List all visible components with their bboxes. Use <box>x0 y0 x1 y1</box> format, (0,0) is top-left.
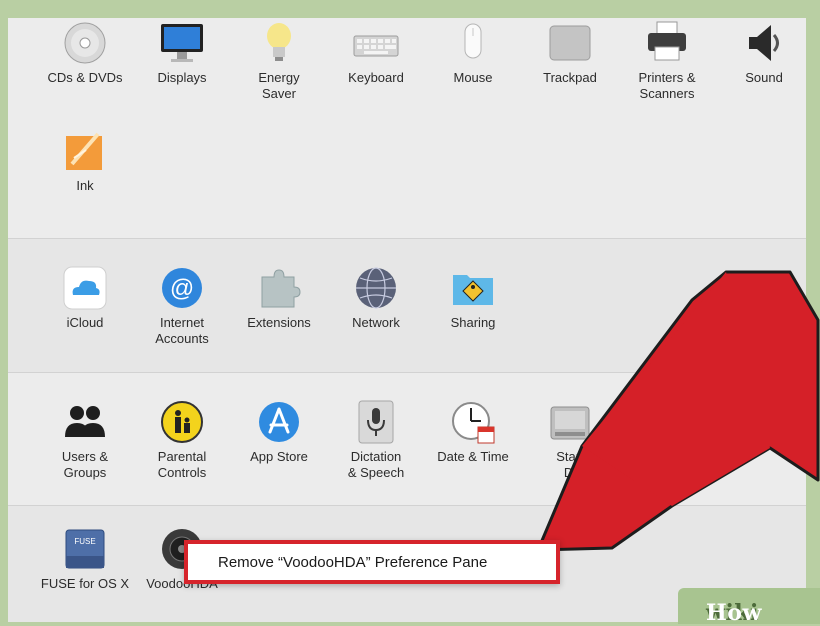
wikihow-watermark: wiki How <box>678 588 820 626</box>
svg-text:FUSE: FUSE <box>74 537 95 546</box>
svg-text:@: @ <box>170 275 194 302</box>
pane-label: App Store <box>250 449 308 464</box>
pane-label: CDs & DVDs <box>47 70 123 85</box>
clock-calendar-icon <box>450 399 496 445</box>
pane-accessibility[interactable] <box>717 399 806 449</box>
pane-label: Dictation & Speech <box>347 449 405 480</box>
keyboard-icon <box>353 20 399 66</box>
pane-parental-controls[interactable]: Parental Controls <box>135 399 229 481</box>
pane-cds-dvds[interactable]: CDs & DVDs <box>38 20 132 86</box>
internet-section: iCloud @ Internet Accounts Extensions Ne… <box>8 238 806 373</box>
pane-label: Parental Controls <box>157 449 207 480</box>
pane-mouse[interactable]: Mouse <box>426 20 520 86</box>
pane-network[interactable]: Network <box>329 265 423 331</box>
pane-displays[interactable]: Displays <box>135 20 229 86</box>
startup-disk-icon <box>547 399 593 445</box>
pane-icloud[interactable]: iCloud <box>38 265 132 331</box>
at-sign-icon: @ <box>159 265 205 311</box>
pane-label: Trackpad <box>543 70 597 85</box>
parental-controls-icon <box>159 399 205 445</box>
pane-label: Date & Time <box>437 449 509 464</box>
pane-app-store[interactable]: App Store <box>232 399 326 465</box>
pane-label: Mouse <box>453 70 493 85</box>
ink-icon <box>62 128 108 174</box>
system-preferences-window: CDs & DVDs Displays Energy Saver Keyboar… <box>8 18 806 622</box>
printer-icon <box>644 20 690 66</box>
hardware-section: CDs & DVDs Displays Energy Saver Keyboar… <box>8 18 806 238</box>
pane-label: Users & Groups <box>61 449 109 480</box>
app-store-icon <box>256 399 302 445</box>
remove-preference-pane-menu-item[interactable]: Remove “VoodooHDA” Preference Pane <box>218 554 487 571</box>
pane-label: Ink <box>76 178 94 193</box>
pane-dictation-speech[interactable]: Dictation & Speech <box>329 399 423 481</box>
accessibility-icon <box>741 399 787 445</box>
pane-ink[interactable]: Ink <box>38 128 132 194</box>
pane-label: Printers & Scanners <box>638 70 696 101</box>
users-icon <box>62 399 108 445</box>
fuse-drive-icon: FUSE <box>62 526 108 572</box>
pane-label: Internet Accounts <box>155 315 209 346</box>
context-menu: Remove “VoodooHDA” Preference Pane <box>184 540 560 584</box>
pane-sound[interactable]: Sound <box>717 20 806 86</box>
pane-label: Sharing <box>450 315 496 330</box>
lightbulb-icon <box>256 20 302 66</box>
pane-users-groups[interactable]: Users & Groups <box>38 399 132 481</box>
globe-network-icon <box>353 265 399 311</box>
speaker-icon <box>741 20 787 66</box>
pane-label: FUSE for OS X <box>40 576 130 591</box>
pane-extensions[interactable]: Extensions <box>232 265 326 331</box>
pane-internet-accounts[interactable]: @ Internet Accounts <box>135 265 229 347</box>
pane-label: iCloud <box>66 315 104 330</box>
pane-label: Keyboard <box>348 70 404 85</box>
pane-label: Network <box>352 315 400 330</box>
pane-sharing[interactable]: Sharing <box>426 265 520 331</box>
icloud-icon <box>62 265 108 311</box>
display-icon <box>159 20 205 66</box>
pane-label: Displays <box>157 70 207 85</box>
pane-label: Sound <box>745 70 783 85</box>
pane-label: Start Di <box>556 449 584 480</box>
watermark-suffix: How <box>706 600 762 626</box>
mouse-icon <box>450 20 496 66</box>
pane-label: Energy Saver <box>258 70 300 101</box>
pane-printers-scanners[interactable]: Printers & Scanners <box>620 20 714 102</box>
pane-fuse-for-os-x[interactable]: FUSE FUSE for OS X <box>38 526 132 592</box>
pane-keyboard[interactable]: Keyboard <box>329 20 423 86</box>
pane-energy-saver[interactable]: Energy Saver <box>232 20 326 102</box>
pane-startup-disk[interactable]: Start Di <box>523 399 617 481</box>
microphone-icon <box>353 399 399 445</box>
puzzle-piece-icon <box>256 265 302 311</box>
cd-dvd-icon <box>62 20 108 66</box>
trackpad-icon <box>547 20 593 66</box>
system-section: Users & Groups Parental Controls App Sto… <box>8 372 806 506</box>
pane-trackpad[interactable]: Trackpad <box>523 20 617 86</box>
pane-label: Extensions <box>247 315 311 330</box>
sharing-folder-icon <box>450 265 496 311</box>
pane-date-time[interactable]: Date & Time <box>426 399 520 465</box>
